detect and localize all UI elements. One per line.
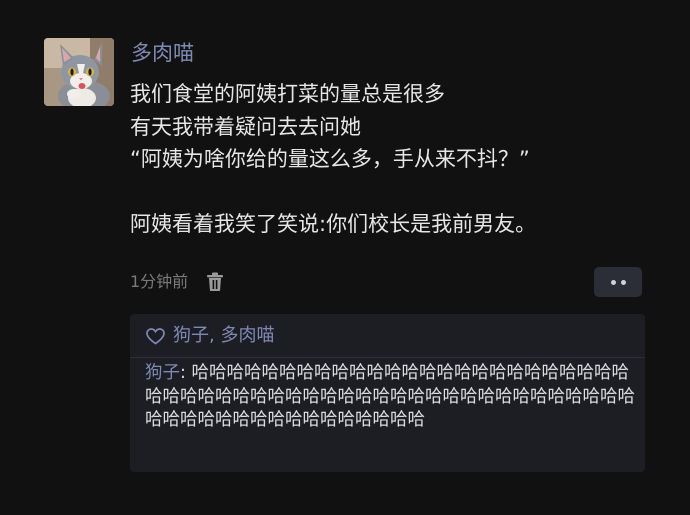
more-dots-icon: [620, 279, 626, 285]
post-text-line: 阿姨看着我笑了笑说:你们校长是我前男友。: [130, 212, 537, 236]
divider: [130, 357, 645, 358]
likes-comments-panel: 狗子, 多肉喵 狗子: 哈哈哈哈哈哈哈哈哈哈哈哈哈哈哈哈哈哈哈哈哈哈哈哈哈哈哈哈…: [130, 314, 645, 472]
comment-item[interactable]: 狗子: 哈哈哈哈哈哈哈哈哈哈哈哈哈哈哈哈哈哈哈哈哈哈哈哈哈哈哈哈哈哈哈哈哈哈哈哈…: [145, 362, 635, 433]
moment-post: 多肉喵 我们食堂的阿姨打菜的量总是很多 有天我带着疑问去去问她 “阿姨为啥你给的…: [0, 0, 690, 515]
trash-icon: [207, 272, 224, 291]
post-timestamp: 1分钟前: [130, 272, 189, 291]
comment-text: 哈哈哈哈哈哈哈哈哈哈哈哈哈哈哈哈哈哈哈哈哈哈哈哈哈哈哈哈哈哈哈哈哈哈哈哈哈哈哈哈…: [145, 363, 635, 430]
heart-icon: [145, 326, 165, 346]
post-text-line: 有天我带着疑问去去问她: [130, 114, 361, 139]
likes-row: 狗子, 多肉喵: [145, 321, 274, 351]
liker-names[interactable]: 狗子, 多肉喵: [173, 321, 274, 351]
more-options-button[interactable]: [594, 267, 642, 297]
post-author-name[interactable]: 多肉喵: [131, 38, 194, 68]
comment-separator: :: [180, 363, 192, 383]
post-text-line-blank: [130, 176, 670, 209]
post-content: 我们食堂的阿姨打菜的量总是很多 有天我带着疑问去去问她 “阿姨为啥你给的量这么多…: [130, 78, 670, 241]
comment-author[interactable]: 狗子: [145, 363, 180, 383]
avatar[interactable]: [44, 38, 114, 106]
post-text-line: 我们食堂的阿姨打菜的量总是很多: [130, 82, 445, 106]
post-text-line: “阿姨为啥你给的量这么多，手从来不抖？”: [130, 147, 530, 171]
delete-button[interactable]: [204, 270, 226, 294]
post-meta: 1分钟前: [130, 268, 226, 296]
more-dots-icon: [610, 279, 616, 285]
cat-avatar-image: [44, 38, 114, 106]
